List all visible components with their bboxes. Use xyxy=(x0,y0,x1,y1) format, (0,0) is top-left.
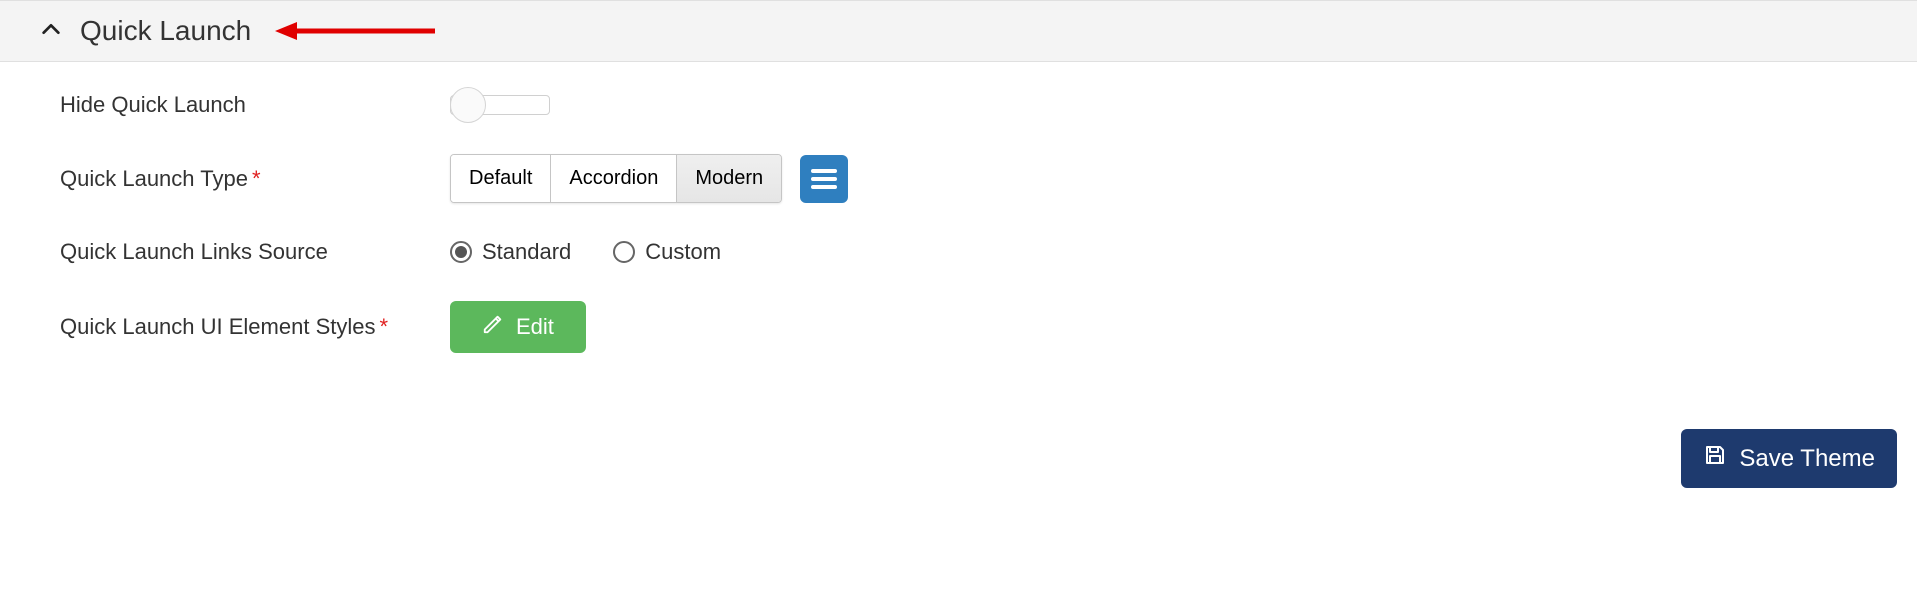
save-icon xyxy=(1703,443,1727,474)
radio-icon xyxy=(450,241,472,263)
pencil-icon xyxy=(482,313,504,341)
save-theme-label: Save Theme xyxy=(1739,445,1875,473)
type-option-accordion[interactable]: Accordion xyxy=(551,155,677,202)
toggle-hide-quick-launch[interactable] xyxy=(450,95,550,115)
type-option-default[interactable]: Default xyxy=(451,155,551,202)
label-links-source: Quick Launch Links Source xyxy=(60,239,450,265)
label-ui-element-styles: Quick Launch UI Element Styles* xyxy=(60,314,450,340)
save-bar: Save Theme xyxy=(0,429,1917,508)
hamburger-icon xyxy=(811,169,837,189)
edit-button[interactable]: Edit xyxy=(450,301,586,353)
label-quick-launch-type: Quick Launch Type* xyxy=(60,166,450,192)
radio-icon xyxy=(613,241,635,263)
label-ui-element-styles-text: Quick Launch UI Element Styles xyxy=(60,314,375,339)
row-quick-launch-type: Quick Launch Type* Default Accordion Mod… xyxy=(60,154,1857,203)
section-header[interactable]: Quick Launch xyxy=(0,0,1917,62)
row-links-source: Quick Launch Links Source Standard Custo… xyxy=(60,239,1857,265)
label-hide-quick-launch: Hide Quick Launch xyxy=(60,92,450,118)
form-area: Hide Quick Launch Quick Launch Type* Def… xyxy=(0,62,1917,429)
radio-standard-label: Standard xyxy=(482,239,571,265)
chevron-up-icon xyxy=(40,18,62,45)
toggle-knob xyxy=(450,87,486,123)
edit-button-label: Edit xyxy=(516,314,554,340)
row-hide-quick-launch: Hide Quick Launch xyxy=(60,92,1857,118)
type-option-modern[interactable]: Modern xyxy=(677,155,781,202)
radio-custom-label: Custom xyxy=(645,239,721,265)
annotation-arrow-icon xyxy=(275,16,435,46)
row-ui-element-styles: Quick Launch UI Element Styles* Edit xyxy=(60,301,1857,353)
quick-launch-type-menu-button[interactable] xyxy=(800,155,848,203)
quick-launch-type-group: Default Accordion Modern xyxy=(450,154,782,203)
radio-custom[interactable]: Custom xyxy=(613,239,721,265)
radio-standard[interactable]: Standard xyxy=(450,239,571,265)
required-marker: * xyxy=(379,314,388,339)
section-title: Quick Launch xyxy=(80,15,251,47)
label-quick-launch-type-text: Quick Launch Type xyxy=(60,166,248,191)
required-marker: * xyxy=(252,166,261,191)
save-theme-button[interactable]: Save Theme xyxy=(1681,429,1897,488)
